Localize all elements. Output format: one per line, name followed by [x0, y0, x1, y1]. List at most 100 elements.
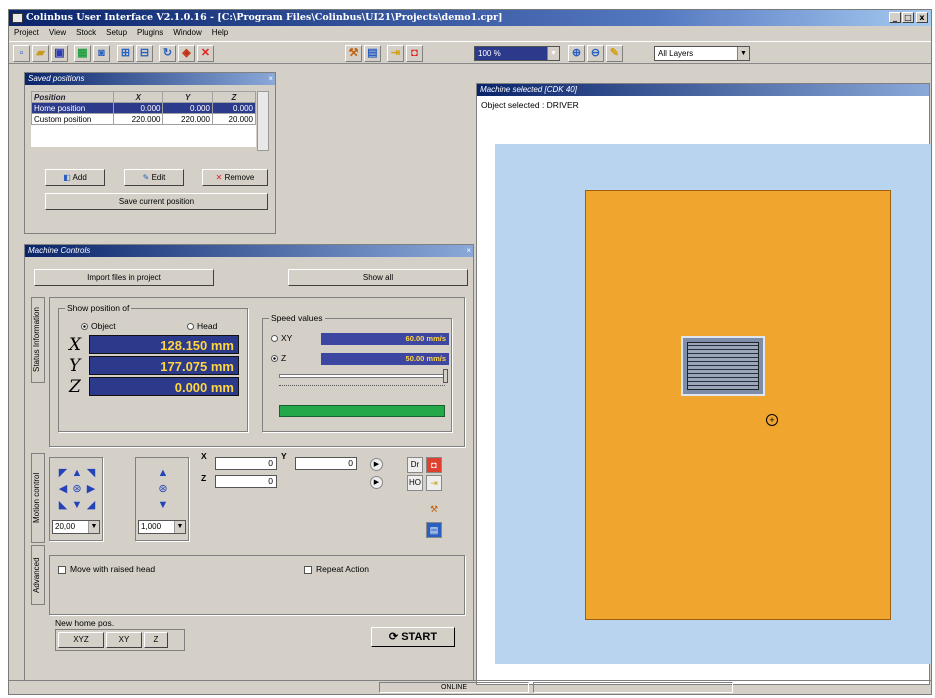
properties-icon[interactable]: ▤: [426, 522, 442, 538]
saved-positions-panel: Saved positions × Position X Y Z Home pos…: [24, 72, 276, 234]
save-icon[interactable]: ▣: [51, 45, 68, 62]
table-row[interactable]: Custom position 220.000 220.000 20.000: [31, 113, 257, 125]
arrow-right-icon[interactable]: ▶: [84, 482, 98, 496]
radio-icon: [187, 323, 194, 331]
z-down-icon[interactable]: ▼: [156, 498, 170, 512]
menu-setup[interactable]: Setup: [101, 26, 132, 40]
new-home-label: New home pos.: [55, 618, 115, 628]
save-current-position-button[interactable]: Save current position: [45, 193, 268, 210]
show-all-button[interactable]: Show all: [288, 269, 468, 286]
zoom-out-icon[interactable]: ⊖: [587, 45, 604, 62]
align-icon[interactable]: ⊞: [117, 45, 134, 62]
arrow-up-icon[interactable]: ▲: [70, 466, 84, 480]
add-button[interactable]: ◧ Add: [45, 169, 105, 186]
delete-icon[interactable]: ✕: [197, 45, 214, 62]
checkbox-icon: [58, 565, 66, 574]
axis-z-label: Z: [69, 377, 81, 397]
close-icon[interactable]: ×: [466, 245, 471, 257]
slider-handle[interactable]: [443, 369, 448, 383]
start-button[interactable]: ⟳ START: [371, 627, 455, 647]
home-xyz-button[interactable]: XYZ: [58, 632, 104, 648]
import-icon[interactable]: ⇥: [426, 475, 442, 491]
close-icon[interactable]: ×: [268, 73, 273, 85]
ho-button[interactable]: HO: [407, 475, 423, 491]
zoom-fit-icon[interactable]: ✎: [606, 45, 623, 62]
head-radio[interactable]: Head: [187, 321, 217, 331]
zoom-select[interactable]: 100 % ▼: [474, 46, 560, 61]
menu-stock[interactable]: Stock: [71, 26, 101, 40]
speed-xy-radio[interactable]: XY: [271, 333, 292, 343]
xy-step-select[interactable]: 20,00 ▼: [52, 520, 100, 534]
menu-view[interactable]: View: [44, 26, 71, 40]
home-z-button[interactable]: Z: [144, 632, 168, 648]
arrow-down-icon[interactable]: ▼: [70, 498, 84, 512]
properties-icon[interactable]: ▤: [364, 45, 381, 62]
stop-icon[interactable]: ◘: [426, 457, 442, 473]
position-name[interactable]: Home position: [31, 102, 114, 114]
object-radio[interactable]: Object: [81, 321, 116, 331]
pcb-object[interactable]: [681, 336, 765, 396]
table-row: [32, 125, 256, 147]
menu-project[interactable]: Project: [9, 26, 44, 40]
coord-x-input[interactable]: 0: [215, 457, 277, 470]
import-files-button[interactable]: Import files in project: [34, 269, 214, 286]
status-mode: ONLINE: [379, 682, 529, 693]
home-xy-button[interactable]: XY: [106, 632, 142, 648]
grid-icon[interactable]: ▦: [74, 45, 91, 62]
scrollbar[interactable]: [257, 91, 269, 151]
checkbox-icon: [304, 565, 312, 574]
stop-icon[interactable]: ◘: [406, 45, 423, 62]
open-folder-icon[interactable]: ▰: [32, 45, 49, 62]
axis-y-label: Y: [69, 356, 81, 376]
radio-icon: [271, 335, 278, 343]
toolpath-icon[interactable]: ⚒: [345, 45, 362, 62]
z-up-icon[interactable]: ▲: [156, 466, 170, 480]
layers-icon[interactable]: ◙: [93, 45, 110, 62]
tab-motion-control[interactable]: Motion control: [31, 453, 45, 543]
coord-y-input[interactable]: 0: [295, 457, 357, 470]
z-home-icon[interactable]: ⊛: [156, 482, 170, 496]
minimize-button[interactable]: _: [889, 12, 901, 23]
arrow-down-right-icon[interactable]: ◢: [84, 498, 98, 512]
position-name[interactable]: Custom position: [31, 113, 114, 125]
new-file-icon[interactable]: ▫: [13, 45, 30, 62]
refresh-icon[interactable]: ↻: [159, 45, 176, 62]
move-raised-head-checkbox[interactable]: Move with raised head: [58, 564, 155, 574]
tab-advanced[interactable]: Advanced: [31, 545, 45, 605]
zoom-in-icon[interactable]: ⊕: [568, 45, 585, 62]
import-icon[interactable]: ⇥: [387, 45, 404, 62]
edit-button[interactable]: ✎ Edit: [124, 169, 184, 186]
close-button[interactable]: x: [916, 12, 928, 23]
maximize-button[interactable]: □: [902, 12, 914, 23]
table-row[interactable]: Home position 0.000 0.000 0.000: [31, 102, 257, 114]
go-xy-icon[interactable]: ▶: [370, 458, 383, 471]
dr-button[interactable]: Dr: [407, 457, 423, 473]
go-z-icon[interactable]: ▶: [370, 476, 383, 489]
arrow-down-left-icon[interactable]: ◣: [56, 498, 70, 512]
tab-status-information[interactable]: Status Information: [31, 297, 45, 383]
z-step-select[interactable]: 1,000 ▼: [138, 520, 186, 534]
arrow-up-left-icon[interactable]: ◤: [56, 466, 70, 480]
speed-z-radio[interactable]: Z: [271, 353, 286, 363]
menu-plugins[interactable]: Plugins: [132, 26, 168, 40]
home-center-icon[interactable]: ⊛: [70, 482, 84, 496]
toolpath-icon[interactable]: ⚒: [426, 502, 442, 518]
speed-slider[interactable]: [279, 374, 445, 378]
workspace-area[interactable]: +: [495, 144, 931, 664]
repeat-action-checkbox[interactable]: Repeat Action: [304, 564, 369, 574]
remove-button[interactable]: ✕ Remove: [202, 169, 268, 186]
arrow-up-right-icon[interactable]: ◥: [84, 466, 98, 480]
target-icon[interactable]: ◈: [178, 45, 195, 62]
toolbar: ▫ ▰ ▣ ▦ ◙ ⊞ ⊟ ↻ ◈ ✕ ⚒ ▤ ⇥ ◘ 100 % ▼ ⊕ ⊖ ✎…: [9, 41, 931, 64]
coord-z-input[interactable]: 0: [215, 475, 277, 488]
chevron-down-icon: ▼: [547, 47, 559, 60]
arrow-left-icon[interactable]: ◀: [56, 482, 70, 496]
table-icon[interactable]: ⊟: [136, 45, 153, 62]
app-icon: [12, 13, 23, 23]
layers-select[interactable]: All Layers ▼: [654, 46, 750, 61]
menu-window[interactable]: Window: [168, 26, 206, 40]
status-information-group: Show position of Object Head X Y Z 128.1…: [49, 297, 465, 447]
remove-icon: ✕: [215, 173, 225, 182]
menu-help[interactable]: Help: [207, 26, 233, 40]
column-header: Position: [31, 91, 114, 103]
